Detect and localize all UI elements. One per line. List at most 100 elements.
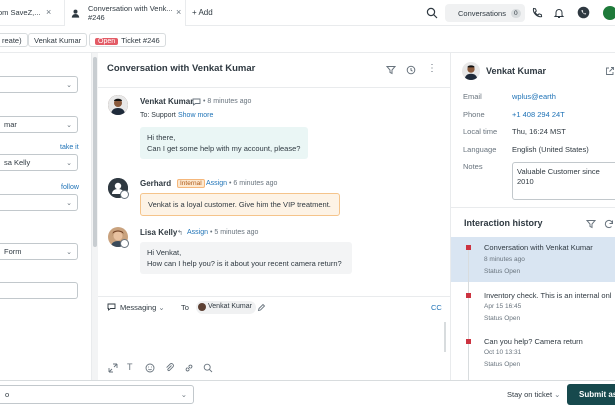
assign-link[interactable]: Assign: [187, 229, 208, 236]
form-select[interactable]: Form ⌄: [0, 243, 78, 260]
chevron-down-icon: ⌄: [66, 122, 72, 129]
notes-label: Notes: [463, 162, 483, 171]
message-author: Lisa Kelly: [140, 228, 178, 237]
breadcrumb-assignee[interactable]: Venkat Kumar: [28, 33, 88, 47]
recipient-chip[interactable]: Venkat Kumar: [196, 301, 256, 314]
tab-current[interactable]: Conversation with Venk... #246 ×: [64, 0, 186, 26]
history-item-title[interactable]: Inventory check. This is an internal onl: [484, 291, 611, 300]
show-more-link[interactable]: Show more: [178, 112, 213, 119]
message-text: Hi there,: [147, 133, 176, 142]
message-author: Venkat Kumar: [140, 97, 194, 106]
to-label: To: [181, 303, 189, 312]
chevron-down-icon: ⌄: [66, 249, 72, 256]
assignee-value: mar: [4, 120, 17, 129]
chevron-down-icon: ⌄: [66, 160, 72, 167]
avatar: [462, 62, 480, 80]
close-icon[interactable]: ×: [46, 7, 51, 17]
chat-icon: [192, 98, 201, 106]
tab-previous[interactable]: om SaveZ,... ×: [0, 0, 56, 26]
chevron-down-icon: ⌄: [66, 200, 72, 207]
history-item-title[interactable]: Can you help? Camera return: [484, 337, 583, 346]
message-text: Hi Venkat,: [147, 248, 182, 257]
bell-icon[interactable]: [553, 7, 565, 19]
timeline-marker: [466, 245, 471, 250]
filter-icon[interactable]: [586, 219, 596, 229]
language-label: Language: [463, 145, 497, 154]
chevron-down-icon: ⌄: [180, 390, 187, 399]
divider: [98, 87, 450, 88]
whatsapp-icon[interactable]: [577, 6, 590, 19]
search-icon[interactable]: [203, 363, 213, 373]
avatar: [198, 303, 206, 311]
message-bubble: Hi there, Can I get some help with my ac…: [140, 127, 308, 159]
email-label: Email: [463, 92, 482, 101]
phone-icon[interactable]: [531, 7, 543, 19]
history-item-time: Oct 10 13:31: [484, 349, 522, 356]
scrollbar[interactable]: [444, 322, 446, 352]
link-icon[interactable]: [184, 363, 194, 373]
assign-link[interactable]: Assign: [206, 180, 227, 187]
property-input[interactable]: [0, 282, 78, 299]
requester-select[interactable]: sa Kelly ⌄: [0, 154, 78, 171]
timeline-marker: [466, 339, 471, 344]
timeline-line: [468, 250, 469, 380]
phone-value[interactable]: +1 408 294 24T: [512, 110, 565, 119]
breadcrumb-requester[interactable]: reate): [0, 33, 28, 47]
avatar[interactable]: [603, 6, 615, 20]
internal-badge: Internal: [177, 179, 205, 188]
channel-select[interactable]: Messaging ⌄: [120, 303, 165, 312]
breadcrumb: reate) Venkat Kumar Open Ticket #246: [0, 27, 615, 53]
add-tab-button[interactable]: + Add: [192, 8, 213, 17]
internal-note-bubble: Venkat is a loyal customer. Give him the…: [140, 193, 340, 216]
avatar: [108, 95, 128, 115]
conversation-title: Conversation with Venkat Kumar: [107, 63, 256, 74]
user-icon: [71, 9, 80, 18]
external-link-icon[interactable]: [605, 66, 615, 76]
more-options-icon[interactable]: ⋮: [427, 63, 437, 74]
refresh-icon[interactable]: [604, 219, 614, 229]
message-text: Can I get some help with my account, ple…: [147, 144, 301, 153]
history-item-time: 8 minutes ago: [484, 256, 525, 263]
customer-context-panel: [450, 53, 615, 380]
emoji-icon[interactable]: [145, 363, 155, 373]
breadcrumb-ticket[interactable]: Open Ticket #246: [89, 33, 166, 47]
email-value[interactable]: wplus@earth: [512, 92, 556, 101]
attachment-icon[interactable]: [165, 363, 175, 373]
chevron-down-icon: ⌄: [554, 390, 561, 399]
notes-field[interactable]: Valuable Customer since 2010: [512, 162, 615, 200]
expand-icon[interactable]: [108, 363, 118, 373]
follow-link[interactable]: follow: [61, 184, 79, 191]
timeline-marker: [466, 293, 471, 298]
assignee-select[interactable]: mar ⌄: [0, 116, 78, 133]
history-item-title[interactable]: Conversation with Venkat Kumar: [484, 243, 593, 252]
message-text: Venkat is a loyal customer. Give him the…: [148, 200, 331, 209]
reply-icon: ↰: [177, 230, 183, 237]
property-select-1[interactable]: ⌄: [0, 76, 78, 93]
text-format-icon[interactable]: T: [127, 362, 133, 372]
tab-bar: om SaveZ,... × Conversation with Venk...…: [0, 0, 615, 26]
close-icon[interactable]: ×: [176, 7, 181, 17]
cc-button[interactable]: CC: [431, 303, 442, 312]
followers-select[interactable]: ⌄: [0, 194, 78, 211]
conversations-button[interactable]: Conversations 0: [445, 4, 525, 22]
stay-on-ticket-select[interactable]: Stay on ticket ⌄: [507, 390, 560, 399]
history-item-status: Status Open: [484, 361, 521, 368]
tab-current-subtitle: #246: [88, 13, 105, 22]
agent-badge-icon: [120, 190, 129, 199]
ticket-number: Ticket #246: [121, 36, 160, 45]
ticket-properties-panel: [0, 53, 92, 380]
submit-button[interactable]: Submit as: [567, 384, 615, 405]
chat-icon: [107, 303, 116, 311]
agent-badge-icon: [120, 239, 129, 248]
pencil-icon[interactable]: [257, 303, 266, 312]
requester-value: sa Kelly: [4, 158, 31, 167]
message-bubble: Hi Venkat, How can I help you? is it abo…: [140, 242, 352, 274]
scrollbar-thumb[interactable]: [93, 57, 97, 247]
macro-select[interactable]: o ⌄: [0, 385, 194, 404]
local-time-value: Thu, 16:24 MST: [512, 127, 566, 136]
filter-icon[interactable]: [386, 65, 396, 75]
take-it-link[interactable]: take it: [60, 144, 79, 151]
search-icon[interactable]: [426, 7, 438, 19]
history-icon[interactable]: [406, 65, 416, 75]
chevron-down-icon: ⌄: [66, 82, 72, 89]
